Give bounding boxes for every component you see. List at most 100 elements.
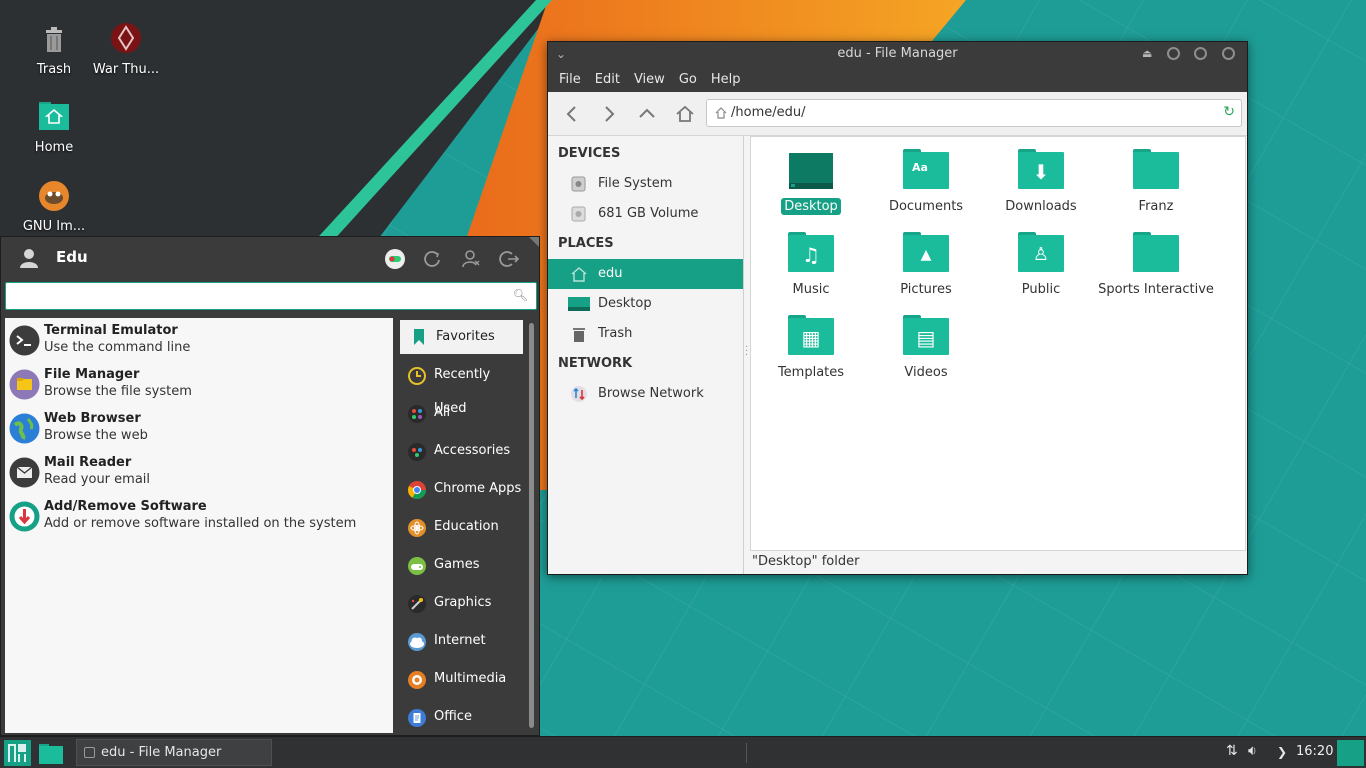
menu-file[interactable]: File xyxy=(552,72,588,87)
file-item-franz[interactable]: Franz xyxy=(1101,149,1211,215)
forward-button[interactable] xyxy=(596,102,622,126)
show-desktop-button[interactable] xyxy=(1337,740,1364,766)
file-item-templates[interactable]: ▦ Templates xyxy=(756,315,866,381)
taskbar: edu - File Manager ⇅ 🔉︎ ❯ 16:20 xyxy=(0,736,1366,768)
back-button[interactable] xyxy=(559,102,585,126)
sidebar-item-edu[interactable]: edu xyxy=(548,259,743,289)
menu-edit[interactable]: Edit xyxy=(588,72,627,87)
category-office[interactable]: Office xyxy=(398,700,524,738)
menu-view[interactable]: View xyxy=(627,72,672,87)
desktop-icon-home[interactable]: Home xyxy=(14,100,94,155)
category-internet[interactable]: Internet xyxy=(398,624,524,662)
maximize-button[interactable] xyxy=(1194,47,1207,60)
file-item-pictures[interactable]: ▲ Pictures xyxy=(871,232,981,298)
trash-icon xyxy=(37,22,71,56)
category-multimedia[interactable]: Multimedia xyxy=(398,662,524,700)
internet-icon xyxy=(408,633,426,651)
clock-icon xyxy=(408,367,426,385)
desktop-icon xyxy=(568,297,590,311)
back-icon xyxy=(566,106,576,122)
resize-corner[interactable] xyxy=(529,237,539,247)
application-menu: Edu 🔍︎ Terminal Emulator Use the command… xyxy=(0,236,540,736)
sidebar-item-volume[interactable]: 681 GB Volume xyxy=(548,199,743,229)
menu-launcher-button[interactable] xyxy=(4,740,31,766)
network-tray-icon[interactable]: ⇅ xyxy=(1226,743,1238,759)
window-titlebar[interactable]: ⌄ edu - File Manager ⏏ xyxy=(548,42,1247,66)
taskbar-task-file-manager[interactable]: edu - File Manager xyxy=(76,739,272,766)
all-apps-icon xyxy=(408,405,426,423)
desktop-icon-war-thunder[interactable]: War Thu... xyxy=(86,22,166,77)
globe-icon xyxy=(9,413,40,444)
devices-heading: DEVICES xyxy=(558,146,621,161)
tray-expand-icon[interactable]: ❯ xyxy=(1277,745,1287,759)
up-button[interactable] xyxy=(634,102,660,126)
user-avatar-icon xyxy=(20,249,38,268)
window-menu-icon[interactable]: ⌄ xyxy=(556,42,566,66)
file-item-downloads[interactable]: ⬇ Downloads xyxy=(986,149,1096,215)
close-button[interactable] xyxy=(1222,47,1235,60)
category-recently-used[interactable]: Recently Used xyxy=(398,358,524,416)
location-home-icon xyxy=(715,107,727,119)
home-button[interactable] xyxy=(672,102,698,126)
file-item-public[interactable]: ♙ Public xyxy=(986,232,1096,298)
app-list: Terminal Emulator Use the command line F… xyxy=(5,318,393,733)
sidebar-item-desktop[interactable]: Desktop xyxy=(548,289,743,319)
shade-icon[interactable]: ⏏ xyxy=(1142,42,1152,66)
sidebar-item-trash[interactable]: Trash xyxy=(548,319,743,349)
file-item-videos[interactable]: ▤ Videos xyxy=(871,315,981,381)
volume-icon[interactable]: 🔉︎ xyxy=(1248,743,1257,759)
app-web-browser[interactable]: Web Browser Browse the web xyxy=(5,406,393,450)
settings-icon xyxy=(385,249,405,269)
category-games[interactable]: Games xyxy=(398,548,524,586)
lock-icon xyxy=(424,251,440,267)
file-manager-launcher[interactable] xyxy=(38,741,64,765)
menu-go[interactable]: Go xyxy=(672,72,704,87)
settings-toggle-button[interactable] xyxy=(384,248,406,270)
category-favorites[interactable]: Favorites xyxy=(400,320,523,354)
app-terminal-emulator[interactable]: Terminal Emulator Use the command line xyxy=(5,318,393,362)
downloads-folder-icon: ⬇ xyxy=(1018,149,1064,189)
home-icon xyxy=(676,105,694,122)
pane-resize-handle[interactable]: · · · xyxy=(745,343,748,361)
sidebar-item-file-system[interactable]: File System xyxy=(548,169,743,199)
file-item-desktop[interactable]: Desktop xyxy=(756,151,866,215)
home-icon xyxy=(571,267,587,282)
file-manager-icon xyxy=(9,369,40,400)
category-accessories[interactable]: Accessories xyxy=(398,434,524,472)
logout-button[interactable] xyxy=(498,248,520,270)
clock[interactable]: 16:20 xyxy=(1296,744,1333,759)
up-icon xyxy=(639,108,655,118)
status-bar: "Desktop" folder xyxy=(752,554,860,569)
category-graphics[interactable]: Graphics xyxy=(398,586,524,624)
trash-icon xyxy=(573,328,585,342)
location-bar[interactable]: /home/edu/ ↻ xyxy=(706,99,1242,127)
reload-icon[interactable]: ↻ xyxy=(1223,104,1235,120)
search-input[interactable] xyxy=(12,284,502,308)
app-mail-reader[interactable]: Mail Reader Read your email xyxy=(5,450,393,494)
sidebar-item-browse-network[interactable]: Browse Network xyxy=(548,379,743,409)
category-scrollbar[interactable] xyxy=(529,323,534,728)
file-item-music[interactable]: ♫ Music xyxy=(756,232,866,298)
manjaro-logo-icon xyxy=(8,744,26,762)
places-heading: PLACES xyxy=(558,236,614,251)
desktop-icon-trash[interactable]: Trash xyxy=(14,22,94,77)
menu-help[interactable]: Help xyxy=(704,72,748,87)
minimize-button[interactable] xyxy=(1167,47,1180,60)
desktop-icon-gimp[interactable]: GNU Im... xyxy=(14,179,94,234)
app-file-manager[interactable]: File Manager Browse the file system xyxy=(5,362,393,406)
lock-screen-button[interactable] xyxy=(422,248,444,270)
videos-folder-icon: ▤ xyxy=(903,315,949,355)
category-education[interactable]: Education xyxy=(398,510,524,548)
search-field[interactable]: 🔍︎ xyxy=(5,282,537,310)
switch-user-button[interactable] xyxy=(460,248,482,270)
file-item-sports-interactive[interactable]: Sports Interactive xyxy=(1098,232,1214,298)
mail-icon xyxy=(9,457,40,488)
category-chrome-apps[interactable]: Chrome Apps xyxy=(398,472,524,510)
network-icon xyxy=(571,386,587,402)
location-path[interactable]: /home/edu/ xyxy=(731,105,805,120)
user-name: Edu xyxy=(56,248,88,266)
app-add-remove-software[interactable]: Add/Remove Software Add or remove softwa… xyxy=(5,494,393,538)
file-item-documents[interactable]: Aa Documents xyxy=(871,149,981,215)
category-all[interactable]: All xyxy=(398,396,524,434)
multimedia-icon xyxy=(408,671,426,689)
